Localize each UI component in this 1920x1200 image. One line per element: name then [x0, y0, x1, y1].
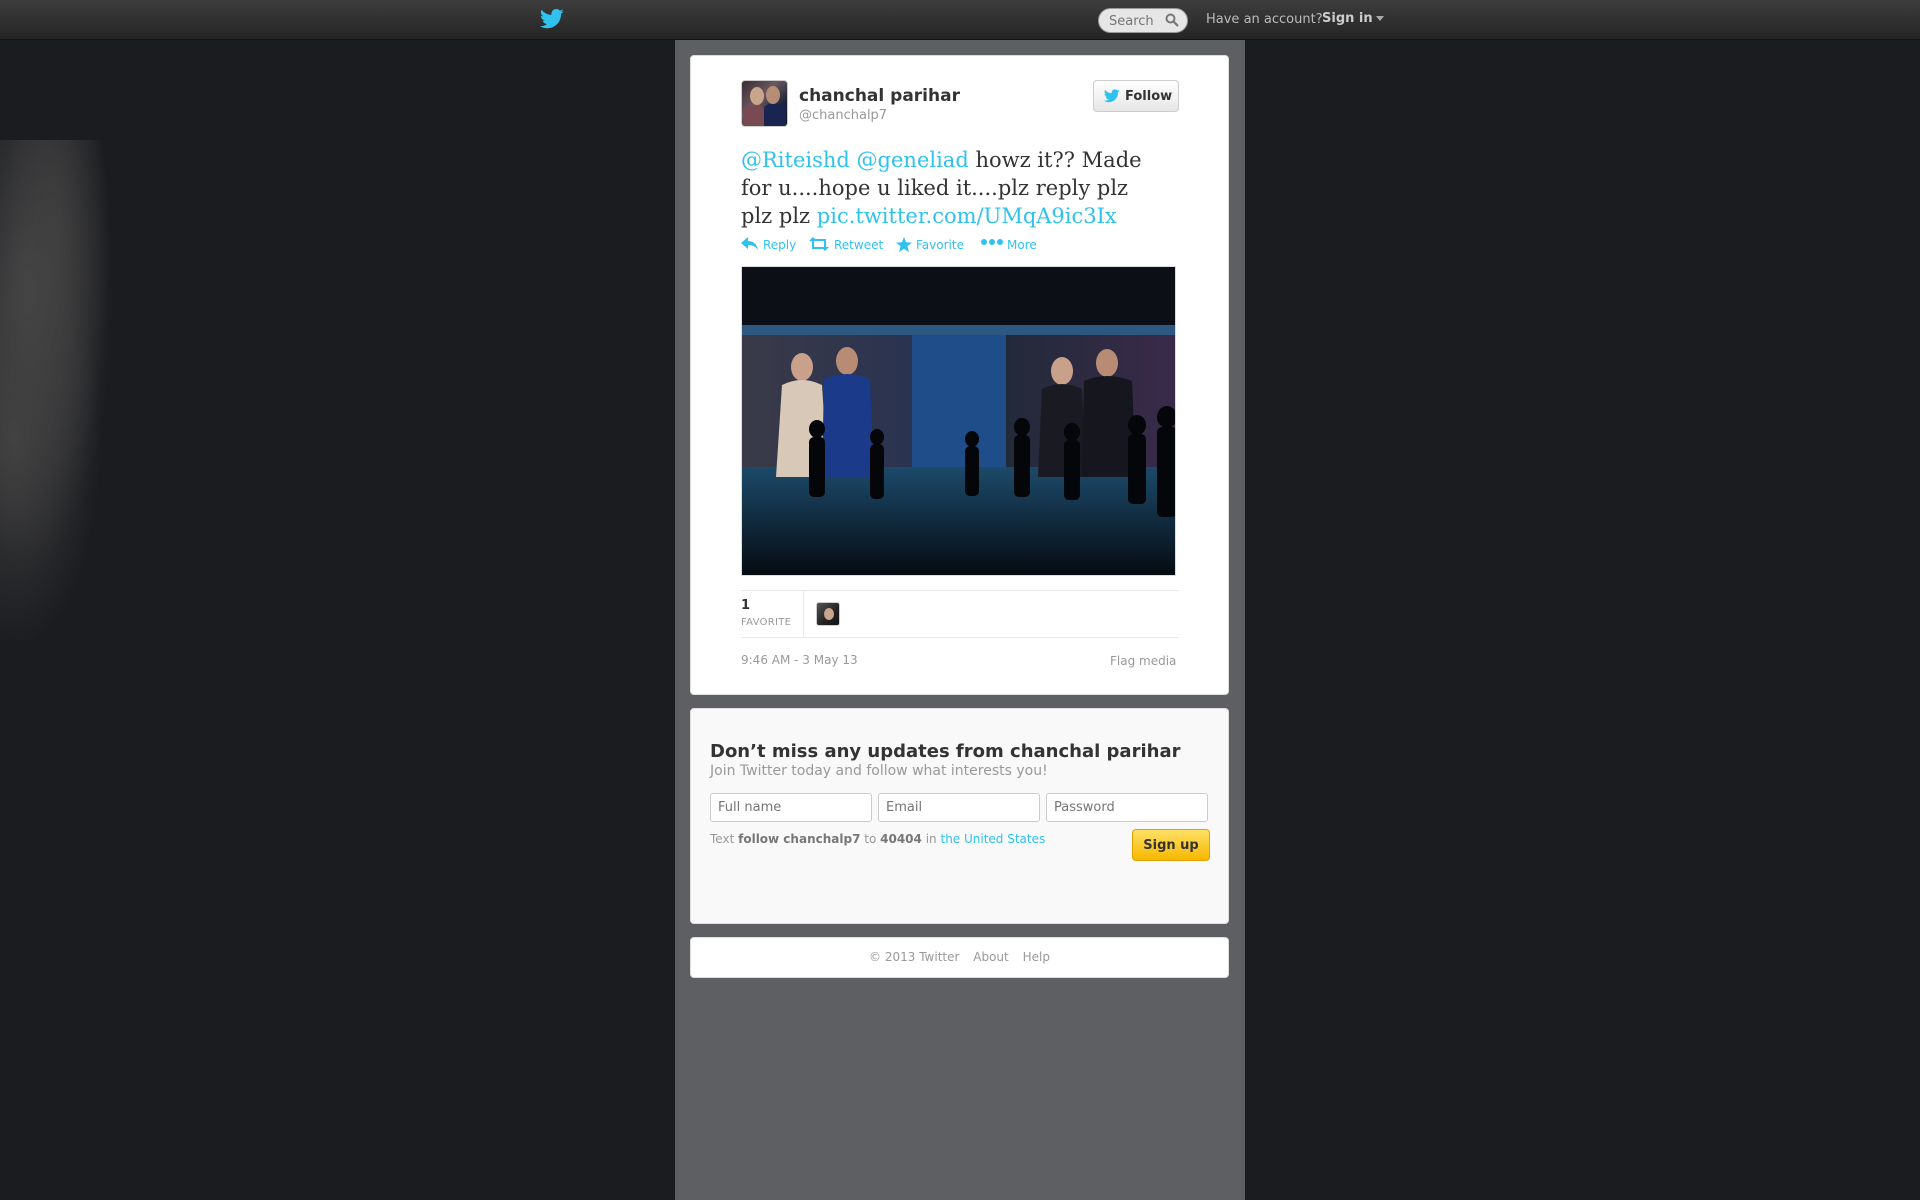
avatar[interactable]: [741, 80, 788, 127]
mention-link[interactable]: @Riteishd: [741, 148, 850, 172]
tweet-photo[interactable]: [741, 266, 1176, 576]
help-link[interactable]: Help: [1023, 950, 1050, 964]
sms-follow-text: Text follow chanchalp7 to 40404 in the U…: [710, 831, 1050, 847]
signup-subtitle: Join Twitter today and follow what inter…: [710, 763, 1048, 779]
mention-link[interactable]: @geneliad: [857, 148, 969, 172]
email-field[interactable]: [878, 793, 1040, 822]
stats-divider-top: [741, 590, 1179, 591]
about-link[interactable]: About: [973, 950, 1008, 964]
tweet-text: @Riteishd @geneliad howz it?? Made for u…: [741, 146, 1161, 230]
sign-up-button[interactable]: Sign up: [1132, 829, 1210, 861]
reply-label[interactable]: Reply: [763, 238, 796, 252]
flag-media-link[interactable]: Flag media: [1110, 654, 1176, 668]
sms-command: follow chanchalp7: [738, 832, 861, 846]
sms-number: 40404: [880, 832, 922, 846]
reply-icon[interactable]: [741, 237, 759, 251]
more-label[interactable]: More: [1007, 238, 1037, 252]
caret-down-icon[interactable]: [1375, 16, 1384, 21]
search-box[interactable]: [1098, 8, 1188, 33]
follow-label: Follow: [1125, 89, 1173, 104]
sms-country-link[interactable]: the United States: [940, 832, 1045, 846]
search-input[interactable]: [1109, 13, 1169, 29]
search-icon[interactable]: [1165, 13, 1179, 27]
full-name-field[interactable]: [710, 793, 872, 822]
favorite-count-label[interactable]: FAVORITE: [741, 617, 791, 628]
favoriter-avatar[interactable]: [816, 602, 840, 626]
sms-to: to: [864, 832, 877, 846]
tweet-card: chanchal parihar @chanchalp7 Follow @Rit…: [690, 55, 1229, 695]
pic-link[interactable]: pic.twitter.com/UMqA9ic3Ix: [817, 204, 1117, 228]
footer-links: © 2013 Twitter About Help: [691, 950, 1228, 964]
favorite-count[interactable]: 1: [741, 598, 750, 613]
top-bar: Have an account? Sign in: [0, 0, 1920, 40]
signup-title: Don’t miss any updates from chanchal par…: [710, 741, 1181, 762]
photo-illustration: [742, 267, 1175, 575]
user-handle[interactable]: @chanchalp7: [799, 108, 887, 123]
star-icon[interactable]: [896, 237, 912, 252]
background-texture: [0, 140, 140, 640]
sms-in: in: [925, 832, 937, 846]
footer-card: © 2013 Twitter About Help: [690, 937, 1229, 978]
sms-text-label: Text: [710, 832, 735, 846]
copyright-text: © 2013 Twitter: [869, 950, 960, 964]
follow-button[interactable]: Follow: [1093, 80, 1179, 112]
sign-in-label[interactable]: Sign in: [1322, 11, 1373, 26]
user-fullname[interactable]: chanchal parihar: [799, 86, 960, 106]
favorite-label[interactable]: Favorite: [916, 238, 964, 252]
sign-in-dropdown[interactable]: Sign in: [1322, 11, 1384, 26]
have-account-text: Have an account?: [1206, 12, 1323, 27]
signup-card: Don’t miss any updates from chanchal par…: [690, 708, 1229, 924]
retweet-label[interactable]: Retweet: [834, 238, 883, 252]
twitter-bird-icon: [1104, 89, 1120, 103]
stats-divider-bottom: [741, 637, 1179, 638]
password-field[interactable]: [1046, 793, 1208, 822]
twitter-bird-icon[interactable]: [540, 8, 564, 30]
more-dots-icon[interactable]: [981, 237, 1003, 249]
retweet-icon[interactable]: [809, 237, 829, 251]
tweet-timestamp[interactable]: 9:46 AM - 3 May 13: [741, 653, 858, 667]
stats-vertical-divider: [803, 590, 804, 637]
